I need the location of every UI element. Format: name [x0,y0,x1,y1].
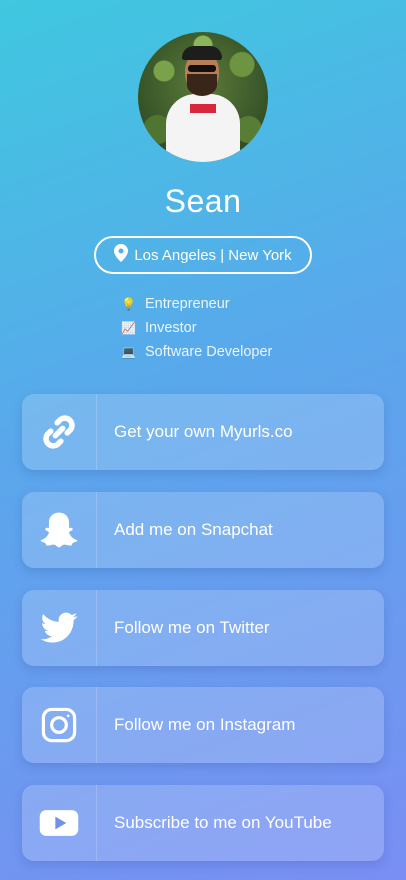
role-label: Software Developer [145,344,273,360]
profile-name: Sean [164,183,242,219]
role-label: Investor [145,320,197,336]
link-label: Subscribe to me on YouTube [114,813,332,832]
twitter-link-button[interactable]: Follow me on Twitter [22,590,384,666]
link-label: Follow me on Twitter [114,618,270,637]
snapchat-link-button[interactable]: Add me on Snapchat [22,492,384,568]
location-badge: Los Angeles | New York [94,236,312,274]
role-item: 💻 Software Developer [121,340,272,364]
twitter-icon [22,590,97,666]
link-label: Follow me on Instagram [114,715,296,734]
roles-list: 💡 Entrepreneur 📈 Investor 💻 Software Dev… [121,292,272,364]
profile-avatar [138,32,268,162]
chart-increasing-icon: 📈 [121,321,136,335]
snapchat-icon [22,492,97,568]
laptop-icon: 💻 [121,345,136,359]
role-item: 💡 Entrepreneur [121,292,272,316]
location-pin-icon [114,244,129,266]
instagram-icon [22,687,97,763]
location-text: Los Angeles | New York [134,246,292,264]
role-label: Entrepreneur [145,296,230,312]
youtube-link-button[interactable]: Subscribe to me on YouTube [22,785,384,861]
youtube-icon [22,785,97,861]
myurls-link-button[interactable]: Get your own Myurls.co [22,394,384,470]
link-label: Get your own Myurls.co [114,422,293,441]
role-item: 📈 Investor [121,316,272,340]
instagram-link-button[interactable]: Follow me on Instagram [22,687,384,763]
link-label: Add me on Snapchat [114,520,273,539]
lightbulb-icon: 💡 [121,297,136,311]
link-icon [22,394,97,470]
